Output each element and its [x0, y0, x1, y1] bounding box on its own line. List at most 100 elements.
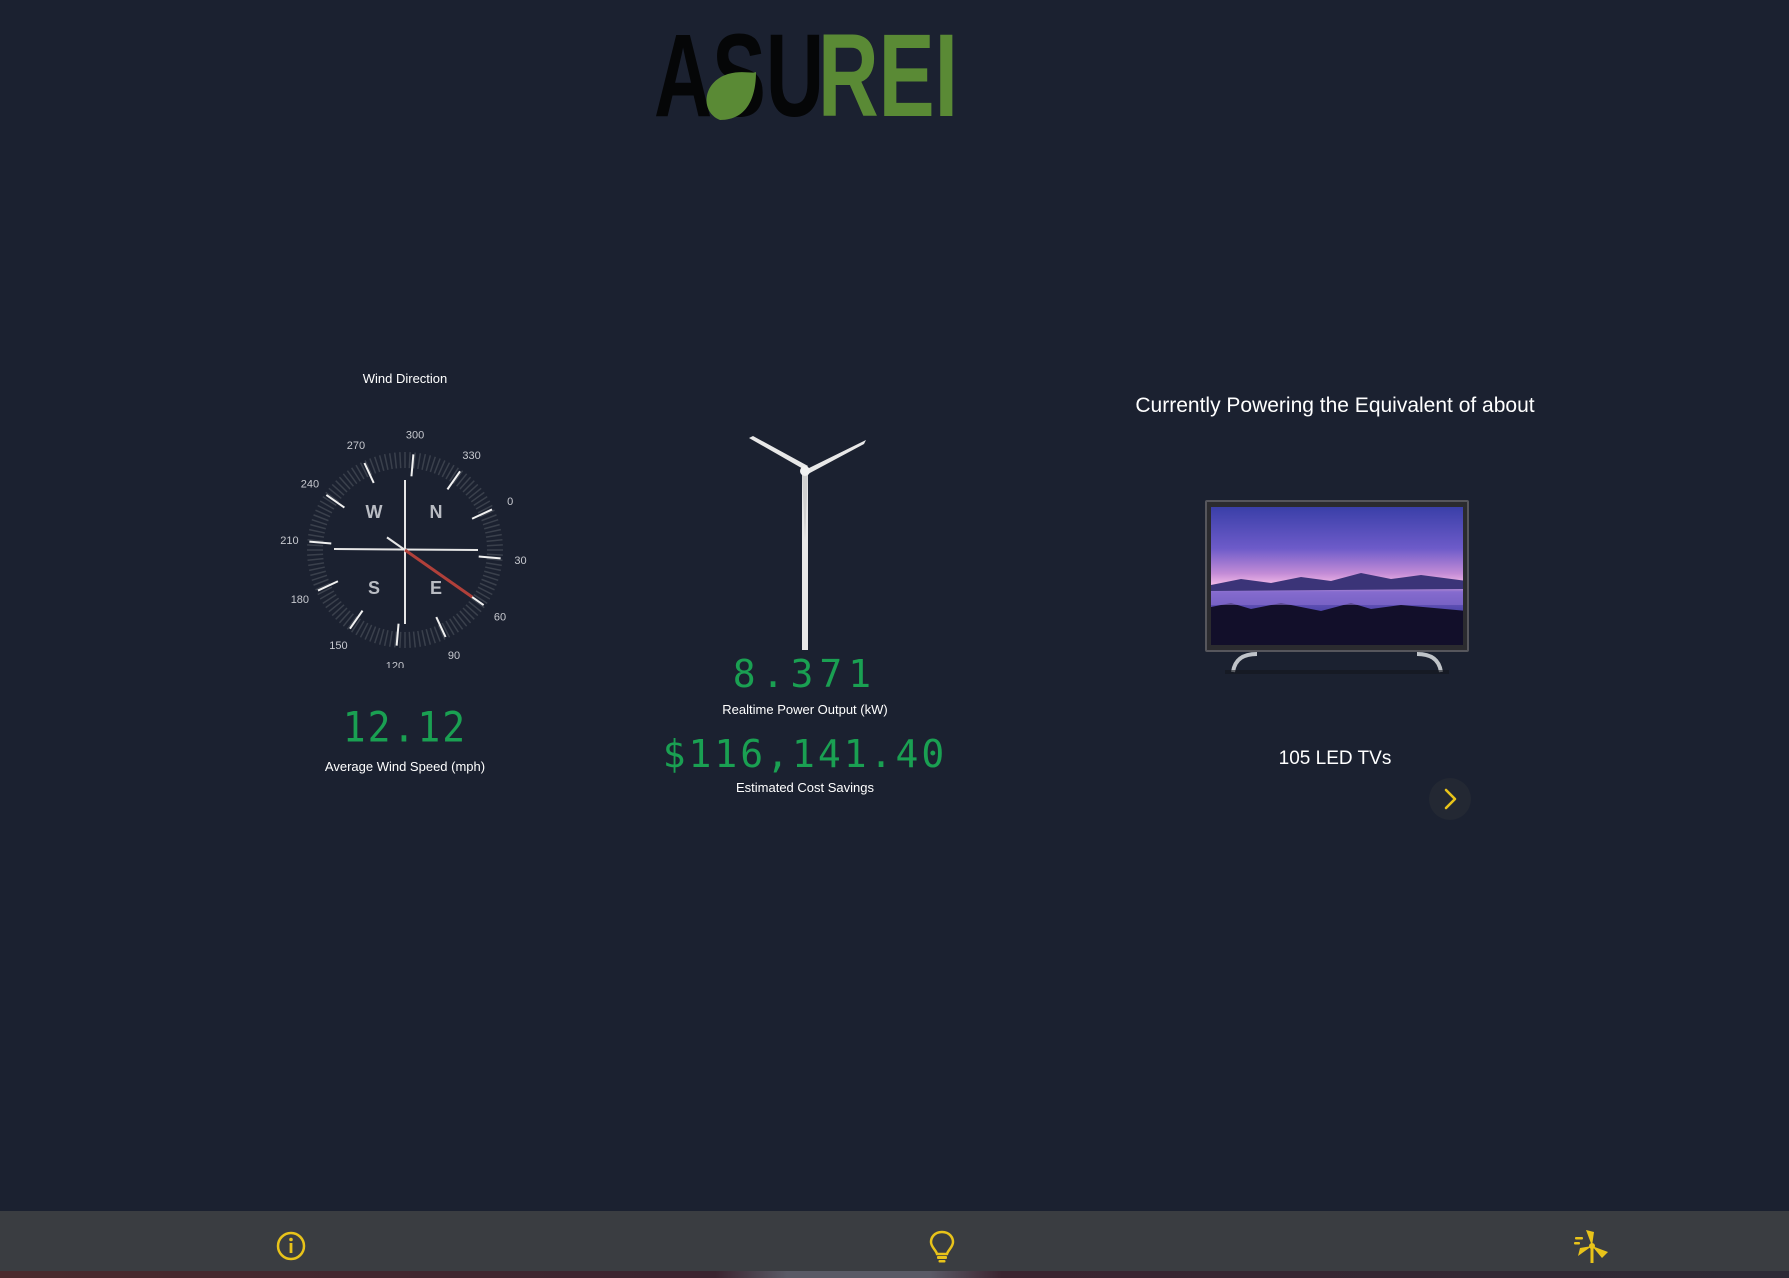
- compass-minor-tick: [486, 539, 503, 543]
- nav-info-button[interactable]: [271, 1226, 311, 1266]
- compass-minor-tick: [481, 514, 497, 522]
- compass-minor-tick: [374, 456, 381, 473]
- compass-minor-tick: [462, 480, 475, 493]
- compass-minor-tick: [459, 476, 472, 490]
- compass-minor-tick: [313, 514, 329, 522]
- compass-minor-tick: [335, 607, 348, 620]
- compass-minor-tick: [481, 578, 497, 586]
- compass-minor-tick: [335, 480, 348, 493]
- equivalent-title: Currently Powering the Equivalent of abo…: [1135, 394, 1535, 417]
- cost-savings-label: Estimated Cost Savings: [735, 780, 874, 795]
- compass-major-tick: [410, 454, 415, 477]
- compass-minor-tick: [308, 528, 325, 534]
- average-wind-speed-label: Average Wind Speed (mph): [324, 759, 486, 774]
- compass-degree-label: 0: [507, 496, 513, 508]
- tv-frame: [1205, 500, 1469, 652]
- compass-degree-label: 270: [347, 440, 365, 452]
- tv-landscape: [1211, 573, 1463, 645]
- compass-minor-tick: [425, 629, 432, 645]
- wind-needle-tail: [386, 536, 406, 551]
- compass-minor-tick: [311, 574, 328, 581]
- compass-minor-tick: [310, 523, 326, 530]
- compass-minor-tick: [465, 483, 479, 496]
- compass-minor-tick: [433, 458, 441, 474]
- asurei-logo: ASU REI: [652, 16, 962, 126]
- compass-minor-tick: [388, 630, 393, 647]
- wind-direction-panel: Wind Direction 0 30 60 90 120 150 180 210 240 270…: [250, 360, 560, 780]
- compass-minor-tick: [485, 566, 502, 572]
- compass-minor-tick: [374, 627, 381, 644]
- compass-degree-label: 240: [301, 478, 319, 490]
- turbine-blade-left: [749, 436, 808, 470]
- cardinal-n: N: [430, 502, 443, 522]
- power-output-label: Realtime Power Output (kW): [722, 702, 888, 717]
- compass-minor-tick: [307, 557, 324, 561]
- compass-minor-tick: [378, 455, 385, 471]
- cardinal-s: S: [368, 578, 380, 598]
- compass-minor-tick: [308, 566, 325, 572]
- compass-degree-label: 120: [386, 661, 404, 668]
- cost-savings-value: $116,141.40: [662, 732, 948, 776]
- compass-minor-tick: [429, 456, 436, 473]
- compass-minor-tick: [417, 453, 422, 470]
- dashboard-page: ASU REI Wind Direction 0 30 60 90 120 150 180 2…: [0, 0, 1789, 1278]
- compass-minor-tick: [383, 630, 389, 647]
- compass-minor-tick: [307, 544, 324, 547]
- average-wind-speed-value: 12.12: [342, 702, 468, 752]
- wind-turbine-icon: [1574, 1230, 1608, 1263]
- tv-stand: [1225, 652, 1449, 674]
- wind-direction-title: Wind Direction: [362, 371, 448, 386]
- compass-minor-tick: [338, 610, 351, 624]
- compass-minor-tick: [408, 452, 411, 469]
- compass-degree-label: 330: [462, 450, 480, 462]
- compass-minor-tick: [331, 604, 345, 617]
- compass-minor-tick: [433, 626, 441, 642]
- compass-degree-label: 90: [448, 650, 460, 662]
- compass-minor-tick: [311, 519, 328, 526]
- cardinal-w: W: [366, 502, 383, 522]
- compass-minor-tick: [484, 523, 500, 530]
- compass-minor-tick: [369, 458, 377, 474]
- compass-minor-tick: [369, 626, 377, 642]
- compass-minor-tick: [429, 627, 436, 644]
- compass-minor-tick: [421, 453, 427, 470]
- compass-minor-tick: [338, 476, 351, 490]
- bottom-edge-strip: [0, 1271, 1789, 1278]
- wind-turbine-graphic: [749, 436, 866, 650]
- next-equivalent-button[interactable]: [1429, 778, 1471, 820]
- compass-degree-label: 150: [329, 640, 347, 652]
- compass-minor-tick: [462, 607, 475, 620]
- compass-minor-tick: [331, 483, 345, 496]
- compass-minor-tick: [388, 453, 393, 470]
- compass-minor-tick: [399, 631, 402, 648]
- turbine-hub: [800, 466, 810, 476]
- compass-minor-tick: [417, 630, 422, 647]
- power-panel: 8.371 Realtime Power Output (kW) $116,14…: [640, 420, 970, 800]
- compass-minor-tick: [465, 604, 479, 617]
- compass-minor-tick: [408, 631, 411, 648]
- compass-minor-tick: [485, 533, 502, 538]
- turbine-blade-right: [805, 440, 866, 474]
- power-output-value: 8.371: [732, 652, 878, 696]
- compass-minor-tick: [459, 610, 472, 624]
- logo-graphic: ASU REI: [654, 16, 958, 126]
- compass-minor-tick: [394, 452, 398, 469]
- compass-dial: 0 30 60 90 120 150 180 210 240 270 300 330 W N S E: [280, 429, 526, 668]
- compass-minor-tick: [307, 553, 324, 556]
- compass-minor-tick: [484, 570, 500, 577]
- compass-degree-label: 30: [514, 555, 526, 567]
- compass-degree-label: 60: [494, 612, 506, 624]
- nav-lightbulb-button[interactable]: [922, 1226, 962, 1266]
- bottom-navigation: [0, 1211, 1789, 1278]
- compass-minor-tick: [313, 578, 329, 586]
- tv-screen: [1211, 507, 1463, 645]
- compass-minor-tick: [412, 631, 416, 648]
- led-tv-image: [1205, 500, 1469, 674]
- nav-turbine-button[interactable]: [1572, 1226, 1612, 1266]
- compass-minor-tick: [308, 562, 325, 567]
- cardinal-e: E: [430, 578, 442, 598]
- compass-major-tick: [309, 540, 332, 545]
- compass-minor-tick: [486, 544, 503, 547]
- compass-degree-label: 210: [280, 535, 298, 547]
- compass-minor-tick: [482, 519, 499, 526]
